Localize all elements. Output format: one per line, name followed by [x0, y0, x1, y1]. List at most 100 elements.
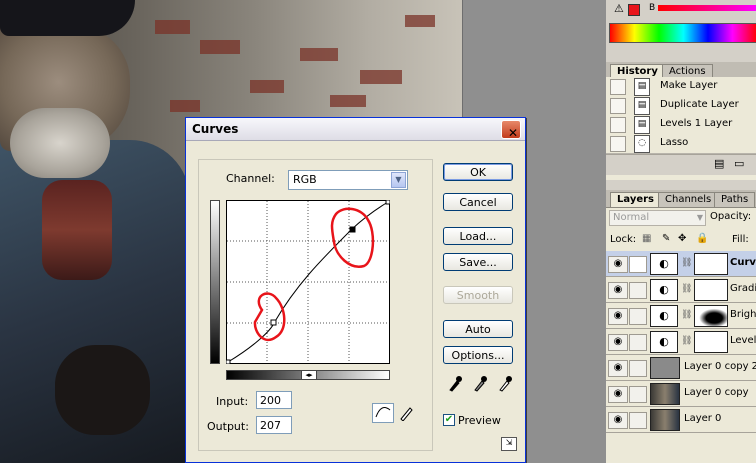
layer-mask-thumb [694, 305, 728, 327]
channel-value: RGB [293, 173, 317, 186]
eyedropper-black-icon[interactable] [448, 374, 462, 395]
eye-icon: ◉ [608, 412, 628, 429]
layer-thumb [650, 357, 680, 379]
eye-icon: ◉ [608, 282, 628, 299]
warning-icon: ⚠ [614, 2, 624, 15]
eye-icon: ◉ [608, 334, 628, 351]
chain-icon: ⛓ [681, 310, 693, 320]
input-field[interactable]: 200 [256, 391, 292, 409]
save-button[interactable]: Save... [443, 253, 513, 271]
preview-label: Preview [458, 414, 501, 427]
layer-row[interactable]: ◉ ◐⛓ Gradie [606, 277, 756, 303]
eyedropper-white-icon[interactable] [498, 374, 512, 395]
layer-row[interactable]: ◉ ◐⛓ Curv... [606, 251, 756, 277]
layers-panel: Layers Channels Paths Normal ▼ Opacity: … [606, 190, 756, 463]
layer-row[interactable]: ◉ ◐⛓ Levels [606, 329, 756, 355]
lock-all-icon[interactable]: 🔒 [696, 233, 708, 244]
color-panel: ⚠ B [606, 0, 756, 47]
adjustment-icon: ◐ [650, 305, 678, 327]
curves-dialog: Curves ✕ Channel: RGB ▼ ◂▸ Input: 200 Ou… [185, 117, 526, 463]
b-slider-track[interactable] [658, 5, 756, 11]
options-button[interactable]: Options... [443, 346, 513, 364]
layer-thumb [650, 383, 680, 405]
history-item[interactable]: ▤ Duplicate Layer [606, 96, 756, 116]
history-item[interactable]: ▤ Levels 1 Layer [606, 115, 756, 135]
new-snapshot-icon[interactable]: ▭ [734, 157, 744, 170]
history-state-icon: ▤ [634, 97, 650, 115]
blend-mode-select[interactable]: Normal ▼ [609, 210, 706, 226]
output-gradient-bar [210, 200, 220, 364]
cancel-button[interactable]: Cancel [443, 193, 513, 211]
eye-icon: ◉ [608, 308, 628, 325]
input-label: Input: [216, 395, 249, 408]
chain-icon: ⛓ [681, 336, 693, 346]
fill-label: Fill: [732, 234, 749, 245]
pencil-icon [400, 407, 413, 422]
tab-channels[interactable]: Channels [658, 192, 719, 207]
chevron-down-icon: ▼ [696, 213, 703, 222]
layer-thumb [650, 409, 680, 431]
auto-button[interactable]: Auto [443, 320, 513, 338]
close-icon: ✕ [508, 126, 519, 140]
history-item[interactable]: ▤ Make Layer [606, 77, 756, 97]
curve-endpoint[interactable] [385, 200, 390, 205]
channel-select[interactable]: RGB ▼ [288, 170, 408, 190]
color-swatch[interactable] [628, 4, 640, 16]
eye-icon: ◉ [608, 256, 628, 273]
history-panel: History Actions ▤ Make Layer ▤ Duplicate L… [606, 62, 756, 180]
dialog-titlebar[interactable]: Curves ✕ [186, 118, 525, 141]
smooth-button[interactable]: Smooth [443, 286, 513, 304]
right-panels: ⚠ B History Actions ▤ Make Layer ▤ Duplica… [606, 0, 756, 463]
lock-move-icon[interactable]: ✥ [678, 233, 686, 244]
layer-row[interactable]: ◉ Layer 0 copy 2 [606, 355, 756, 381]
preview-checkbox[interactable]: ✔ [443, 414, 455, 426]
history-state-icon: ▤ [634, 116, 650, 134]
curve-point-selected[interactable] [349, 226, 356, 233]
curve-tool-button[interactable] [372, 403, 394, 423]
layer-row[interactable]: ◉ Layer 0 copy [606, 381, 756, 407]
lasso-icon: ◌ [634, 135, 650, 153]
curve-tool-icon [375, 407, 391, 418]
curve-graph[interactable] [226, 200, 390, 364]
gradient-toggle-icon[interactable]: ◂▸ [301, 370, 317, 380]
tab-layers[interactable]: Layers [610, 192, 661, 207]
layer-row[interactable]: ◉ Layer 0 [606, 407, 756, 433]
chain-icon: ⛓ [681, 258, 693, 268]
new-document-icon[interactable]: ▤ [714, 157, 724, 170]
tab-paths[interactable]: Paths [714, 192, 756, 207]
adjustment-icon: ◐ [650, 331, 678, 353]
close-button[interactable]: ✕ [501, 120, 521, 140]
adjustment-icon: ◐ [650, 253, 678, 275]
eye-icon: ◉ [608, 360, 628, 377]
channel-label: Channel: [226, 172, 275, 185]
adjustment-icon: ◐ [650, 279, 678, 301]
eyedropper-gray-icon[interactable] [473, 374, 487, 395]
output-field[interactable]: 207 [256, 416, 292, 434]
lock-paint-icon[interactable]: ✎ [662, 233, 670, 244]
lock-transparency-icon[interactable]: ▦ [642, 233, 651, 244]
curves-group: Channel: RGB ▼ ◂▸ Input: 200 Output: 207 [198, 159, 433, 451]
history-state-icon: ▤ [634, 78, 650, 96]
output-label: Output: [207, 420, 249, 433]
layer-mask-thumb [694, 253, 728, 275]
slider-label: B [649, 3, 656, 13]
layer-mask-thumb [694, 331, 728, 353]
ok-button[interactable]: OK [443, 163, 513, 181]
layer-row[interactable]: ◉ ◐⛓ Bright [606, 303, 756, 329]
eye-icon: ◉ [608, 386, 628, 403]
dialog-title: Curves [192, 122, 239, 136]
history-item[interactable]: ◌ Lasso [606, 134, 756, 154]
mask-link-icon [629, 256, 647, 273]
color-spectrum[interactable] [609, 23, 756, 43]
checkmark-icon: ✔ [444, 414, 454, 425]
load-button[interactable]: Load... [443, 227, 513, 245]
lock-label: Lock: [610, 234, 637, 245]
opacity-label: Opacity: [710, 211, 752, 222]
chevron-down-icon[interactable]: ▼ [391, 172, 406, 188]
curve-endpoint[interactable] [226, 359, 231, 364]
resize-grip-icon[interactable]: ⇲ [501, 437, 517, 451]
curve-point[interactable] [270, 319, 277, 326]
pencil-tool-button[interactable] [399, 405, 413, 422]
layer-mask-thumb [694, 279, 728, 301]
chain-icon: ⛓ [681, 284, 693, 294]
